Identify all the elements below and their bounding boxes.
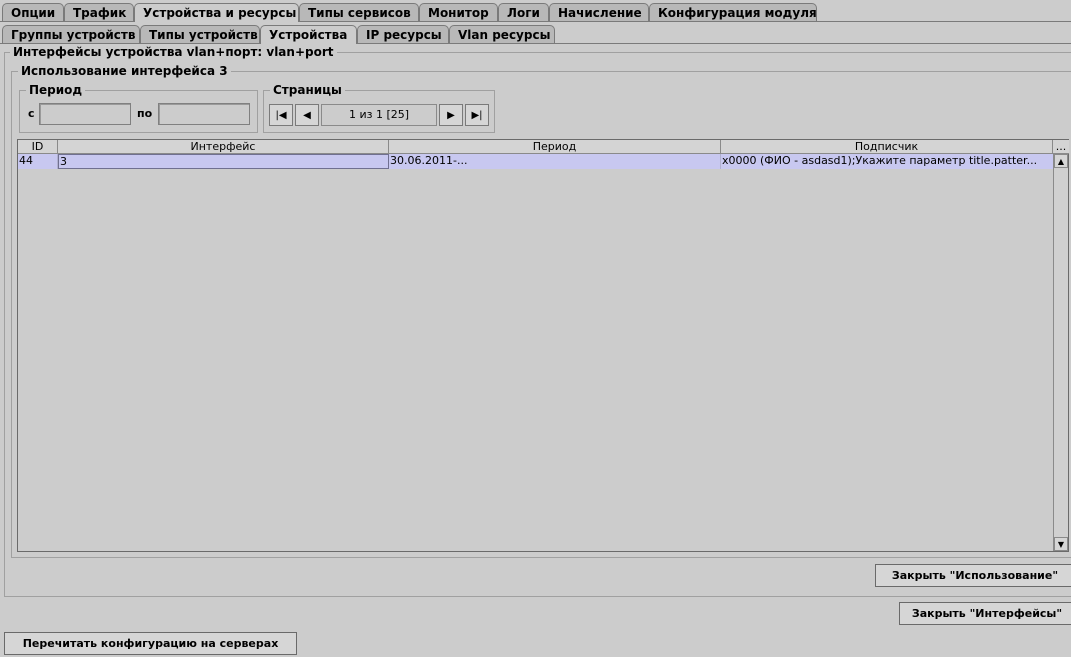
- tab-logs[interactable]: Логи: [498, 3, 549, 22]
- prev-page-icon: ◀: [303, 109, 311, 121]
- tab-traffic[interactable]: Трафик: [64, 3, 134, 22]
- tab-devices-resources[interactable]: Устройства и ресурсы: [134, 3, 299, 22]
- next-page-icon: ▶: [447, 109, 455, 121]
- period-from-label: с: [28, 107, 35, 120]
- column-header-interface[interactable]: Интерфейс: [58, 140, 389, 154]
- tab-options[interactable]: Опции: [2, 3, 64, 22]
- arrow-up-icon: ▲: [1057, 156, 1065, 166]
- tab-device-groups[interactable]: Группы устройств: [2, 25, 140, 44]
- cell-id[interactable]: 44: [18, 154, 58, 169]
- last-page-icon: ▶|: [471, 109, 483, 121]
- period-to-label: по: [137, 107, 153, 120]
- period-to-field[interactable]: [158, 103, 250, 125]
- tab-ip-resources[interactable]: IP ресурсы: [357, 25, 449, 44]
- first-page-button[interactable]: |◀: [269, 104, 293, 126]
- close-interfaces-button[interactable]: Закрыть "Интерфейсы": [899, 602, 1071, 625]
- tab-billing[interactable]: Начисление: [549, 3, 649, 22]
- scroll-down-button[interactable]: ▼: [1054, 537, 1068, 551]
- cell-subscriber[interactable]: x0000 (ФИО - asdasd1);Укажите параметр t…: [721, 154, 1053, 169]
- cell-interface[interactable]: 3: [58, 154, 389, 169]
- interfaces-group-title: Интерфейсы устройства vlan+порт: vlan+po…: [10, 45, 337, 59]
- period-from-field[interactable]: [39, 103, 131, 125]
- column-chooser-button[interactable]: ...: [1053, 140, 1069, 154]
- close-usage-button[interactable]: Закрыть "Использование": [875, 564, 1071, 587]
- tab-devices[interactable]: Устройства: [260, 25, 357, 44]
- sub-tab-divider: [0, 43, 1071, 44]
- table-row[interactable]: 44 3 30.06.2011-... x0000 (ФИО - asdasd1…: [18, 154, 1053, 169]
- column-header-period[interactable]: Период: [389, 140, 721, 154]
- page-info: 1 из 1 [25]: [321, 104, 437, 126]
- scroll-up-button[interactable]: ▲: [1054, 154, 1068, 168]
- sub-tab-bar: Группы устройств Типы устройств Устройст…: [0, 25, 1071, 44]
- tab-device-types[interactable]: Типы устройств: [140, 25, 260, 44]
- prev-page-button[interactable]: ◀: [295, 104, 319, 126]
- arrow-down-icon: ▼: [1057, 539, 1065, 549]
- reread-config-button[interactable]: Перечитать конфигурацию на серверах: [4, 632, 297, 655]
- tab-vlan-resources[interactable]: Vlan ресурсы: [449, 25, 555, 44]
- first-page-icon: |◀: [275, 109, 287, 121]
- table-vertical-scrollbar[interactable]: ▲ ▼: [1053, 154, 1068, 551]
- tab-monitor[interactable]: Монитор: [419, 3, 498, 22]
- next-page-button[interactable]: ▶: [439, 104, 463, 126]
- column-header-id[interactable]: ID: [18, 140, 58, 154]
- tab-service-types[interactable]: Типы сервисов: [299, 3, 419, 22]
- period-title: Период: [26, 83, 86, 97]
- column-header-subscriber[interactable]: Подписчик: [721, 140, 1053, 154]
- usage-group-title: Использование интерфейса 3: [18, 64, 231, 78]
- main-tab-bar: Опции Трафик Устройства и ресурсы Типы с…: [0, 3, 1071, 22]
- cell-period[interactable]: 30.06.2011-...: [389, 154, 721, 169]
- pages-title: Страницы: [270, 83, 345, 97]
- usage-table: ID Интерфейс Период Подписчик ... 44 3 3…: [17, 139, 1069, 552]
- tab-module-config[interactable]: Конфигурация модуля: [649, 3, 817, 22]
- last-page-button[interactable]: ▶|: [465, 104, 489, 126]
